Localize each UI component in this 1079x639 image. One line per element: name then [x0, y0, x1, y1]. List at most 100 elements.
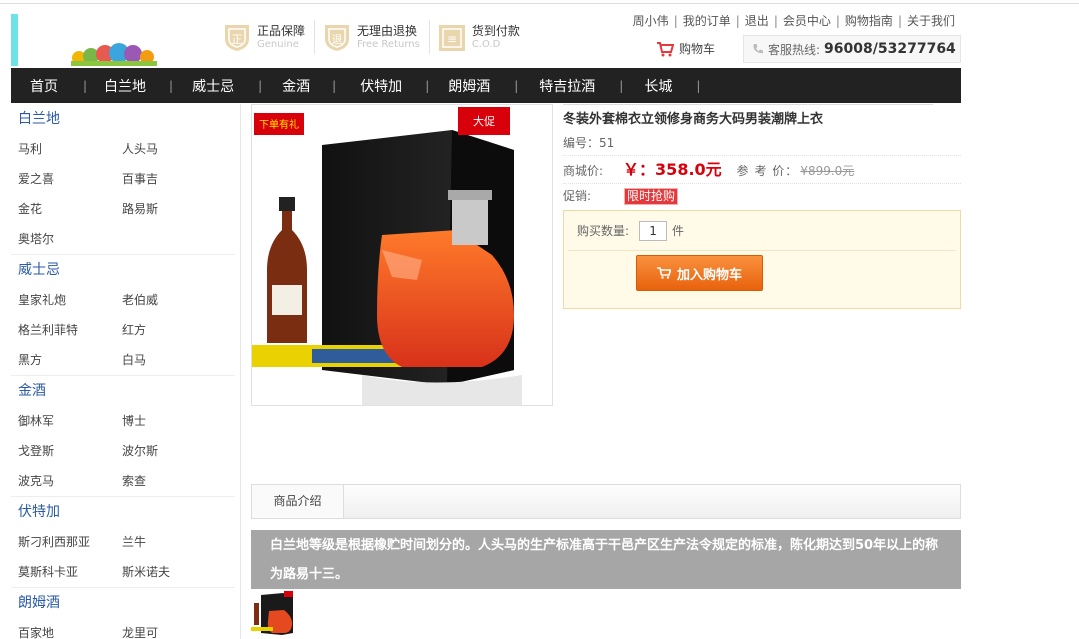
nav-item-home[interactable]: 首页 — [30, 76, 58, 96]
category-title[interactable]: 金酒 — [11, 376, 235, 406]
category-gin: 金酒 御林军 博士 戈登斯 波尔斯 波克马 索查 — [11, 376, 235, 497]
category-link[interactable]: 莫斯科卡亚 — [11, 557, 115, 587]
nav-separator: | — [169, 78, 174, 93]
category-link[interactable]: 博士 — [115, 406, 219, 436]
cart-link[interactable]: 购物车 — [656, 40, 715, 57]
category-whisky: 威士忌 皇家礼炮 老伯威 格兰利菲特 红方 黑方 白马 — [11, 255, 235, 376]
price-row: 商城价: ￥：358.0元 参 考 价： ¥899.0元 — [563, 156, 961, 184]
top-link-my-orders[interactable]: 我的订单 — [683, 14, 731, 28]
nav-item-tequila[interactable]: 特吉拉酒 — [539, 76, 595, 96]
top-link-separator: | — [735, 14, 740, 28]
category-link[interactable]: 斯米诺夫 — [115, 557, 219, 587]
category-link[interactable]: 格兰利菲特 — [11, 315, 115, 345]
category-link[interactable]: 路易斯 — [115, 194, 219, 224]
product-photo-illustration: 下单有礼 大促 — [252, 105, 552, 405]
nav-separator: | — [696, 78, 701, 93]
category-link[interactable]: 老伯威 — [115, 285, 219, 315]
category-link[interactable]: 百事吉 — [115, 164, 219, 194]
nav-separator: | — [83, 78, 88, 93]
product-thumbnail[interactable] — [251, 589, 296, 637]
category-link[interactable]: 爱之喜 — [11, 164, 115, 194]
tab-product-intro[interactable]: 商品介绍 — [252, 485, 344, 518]
category-title[interactable]: 白兰地 — [11, 104, 235, 134]
product-code-row: 编号：51 — [563, 130, 961, 156]
category-link[interactable]: 红方 — [115, 315, 219, 345]
promise-genuine-title: 正品保障 — [257, 23, 306, 38]
category-link[interactable]: 索查 — [115, 466, 219, 496]
nav-separator: | — [425, 78, 430, 93]
nav-separator: | — [332, 78, 337, 93]
product-description: 白兰地等级是根据橡贮时间划分的。人头马的生产标准高于干邑产区生产法令规定的标准，… — [251, 530, 961, 589]
category-title[interactable]: 伏特加 — [11, 497, 235, 527]
site-header: 正 正品保障 Genuine 退 无理由退换 Free Returns ≡ 货到… — [11, 11, 961, 67]
top-links: 周小伟 | 我的订单 | 退出 | 会员中心 | 购物指南 | 关于我们 — [633, 12, 955, 29]
quantity-unit: 件 — [672, 223, 685, 238]
category-link[interactable]: 马利 — [11, 134, 115, 164]
category-link[interactable]: 皇家礼炮 — [11, 285, 115, 315]
hotline-box: 客服热线: 96008/53277764 — [743, 35, 961, 63]
cart-icon — [656, 267, 671, 279]
image-badge-left: 下单有礼 — [259, 118, 299, 131]
promo-badge: 限时抢购 — [624, 187, 679, 205]
category-link[interactable]: 兰牛 — [115, 527, 219, 557]
top-link-shopping-guide[interactable]: 购物指南 — [845, 14, 893, 28]
quantity-input[interactable]: 1 — [639, 220, 668, 241]
category-link[interactable]: 戈登斯 — [11, 436, 115, 466]
promise-returns: 退 无理由退换 Free Returns — [323, 20, 430, 54]
category-title[interactable]: 威士忌 — [11, 255, 235, 285]
nav-item-rum[interactable]: 朗姆酒 — [448, 76, 490, 96]
category-link[interactable]: 百家地 — [11, 618, 115, 639]
category-title[interactable]: 朗姆酒 — [11, 588, 235, 618]
nav-item-vodka[interactable]: 伏特加 — [360, 76, 402, 96]
service-promises: 正 正品保障 Genuine 退 无理由退换 Free Returns ≡ 货到… — [223, 20, 537, 54]
shield-zheng-icon: 正 — [225, 25, 249, 51]
info-divider — [563, 104, 933, 105]
promise-genuine: 正 正品保障 Genuine — [223, 20, 316, 54]
price-label: 商城价: — [563, 164, 604, 178]
logo-mark-icon — [71, 43, 157, 66]
category-link[interactable]: 波克马 — [11, 466, 115, 496]
shield-tui-icon: 退 — [325, 25, 350, 51]
nav-item-gin[interactable]: 金酒 — [282, 76, 310, 96]
category-link[interactable]: 斯刁利西那亚 — [11, 527, 115, 557]
category-link[interactable]: 白马 — [115, 345, 219, 375]
category-vodka: 伏特加 斯刁利西那亚 兰牛 莫斯科卡亚 斯米诺夫 — [11, 497, 235, 588]
category-sidebar: 白兰地 马利 人头马 爱之喜 百事吉 金花 路易斯 奥塔尔 威士忌 皇家礼炮 老… — [11, 104, 241, 639]
nav-separator: | — [619, 78, 624, 93]
site-logo[interactable] — [11, 14, 181, 66]
top-link-username[interactable]: 周小伟 — [633, 14, 669, 28]
top-link-member-center[interactable]: 会员中心 — [783, 14, 831, 28]
add-to-cart-label: 加入购物车 — [676, 267, 742, 283]
promise-cod-title: 货到付款 — [471, 23, 520, 38]
thumbnail-illustration — [251, 589, 296, 637]
product-info: 冬装外套棉衣立领修身商务大码男装潮牌上衣 编号：51 商城价: ￥：358.0元… — [563, 104, 961, 309]
category-link[interactable]: 金花 — [11, 194, 115, 224]
category-rum: 朗姆酒 百家地 龙里可 — [11, 588, 235, 639]
quantity-row: 购买数量: 1 件 — [568, 211, 956, 251]
category-link[interactable]: 龙里可 — [115, 618, 219, 639]
top-link-logout[interactable]: 退出 — [745, 14, 769, 28]
top-link-separator: | — [773, 14, 778, 28]
category-link[interactable]: 奥塔尔 — [11, 224, 115, 254]
ref-price-value: ¥899.0元 — [800, 164, 855, 178]
image-badge-right: 大促 — [473, 114, 495, 128]
product-image[interactable]: 下单有礼 大促 — [251, 104, 553, 406]
nav-item-great-wall[interactable]: 长城 — [644, 76, 672, 96]
top-link-about-us[interactable]: 关于我们 — [907, 14, 955, 28]
category-link[interactable]: 黑方 — [11, 345, 115, 375]
logo-accent-bar — [11, 14, 18, 66]
product-code: 51 — [599, 136, 615, 150]
svg-text:退: 退 — [332, 33, 343, 46]
svg-text:≡: ≡ — [447, 32, 457, 46]
hotline-number: 96008/53277764 — [824, 41, 956, 57]
category-link[interactable]: 人头马 — [115, 134, 219, 164]
nav-item-brandy[interactable]: 白兰地 — [104, 76, 146, 96]
nav-item-whisky[interactable]: 威士忌 — [192, 76, 234, 96]
nav-separator: | — [514, 78, 519, 93]
add-to-cart-button[interactable]: 加入购物车 — [636, 255, 763, 291]
main-nav: 首页 | 白兰地 | 威士忌 | 金酒 | 伏特加 | 朗姆酒 | 特吉拉酒 |… — [11, 68, 961, 103]
category-link[interactable]: 御林军 — [11, 406, 115, 436]
category-link[interactable]: 波尔斯 — [115, 436, 219, 466]
cart-icon — [657, 41, 674, 56]
ref-price-label: 参 考 价： — [736, 164, 799, 178]
